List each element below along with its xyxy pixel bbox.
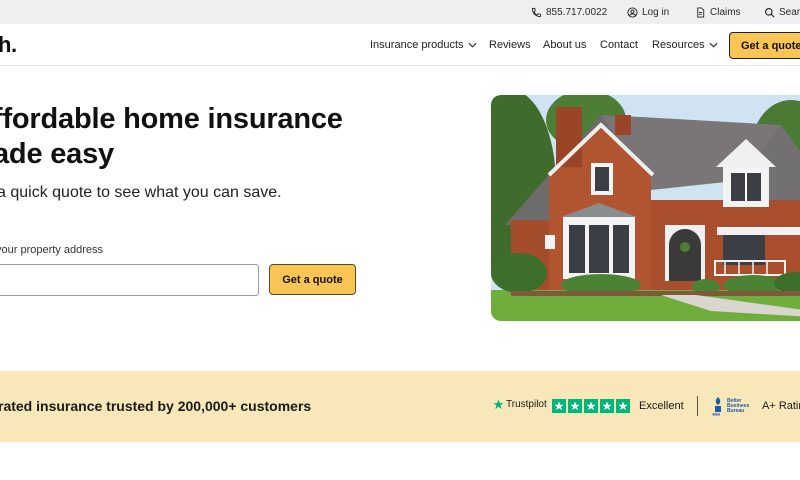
- claims-label: Claims: [710, 6, 741, 18]
- trustpilot-star: [600, 399, 614, 413]
- star-icon: [602, 401, 612, 411]
- phone-number: 855.717.0022: [546, 6, 608, 18]
- trustpilot-star: [584, 399, 598, 413]
- hero-get-quote-button[interactable]: Get a quote: [269, 264, 356, 295]
- search-link[interactable]: Search: [764, 0, 800, 24]
- bbb-rating: A+ Rating: [762, 400, 800, 412]
- trust-divider: [697, 396, 698, 416]
- chevron-down-icon: [468, 42, 477, 48]
- nav-resources-label: Resources: [652, 39, 705, 51]
- hero-house-image: [491, 95, 800, 321]
- utility-bar: 855.717.0022 Log in Claims Search: [0, 0, 800, 24]
- nav-insurance-products[interactable]: Insurance products: [370, 24, 477, 66]
- hero-headline-line1: ffordable home insurance: [0, 103, 343, 135]
- phone-icon: [531, 7, 542, 17]
- star-icon: [618, 401, 628, 411]
- chevron-down-icon: [709, 42, 718, 48]
- nav-reviews[interactable]: Reviews: [489, 24, 531, 66]
- nav-about-us[interactable]: About us: [543, 24, 586, 66]
- trust-statement: rated insurance trusted by 200,000+ cust…: [0, 398, 312, 414]
- bbb-torch-icon: BBB: [713, 397, 721, 417]
- login-label: Log in: [642, 6, 670, 18]
- nav-get-quote-button[interactable]: Get a quote: [729, 32, 800, 59]
- house-illustration: [491, 95, 800, 321]
- star-icon: [570, 401, 580, 411]
- hero-subheadline: a quick quote to see what you can save.: [0, 184, 282, 201]
- phone-link[interactable]: 855.717.0022: [531, 0, 607, 24]
- bbb-label: Better Business Bureau: [727, 397, 750, 414]
- svg-text:BBB: BBB: [713, 413, 721, 417]
- address-label: your property address: [0, 244, 103, 256]
- nav-contact[interactable]: Contact: [600, 24, 638, 66]
- trustpilot-label: Trustpilot: [506, 399, 547, 410]
- trustpilot-star: [568, 399, 582, 413]
- search-label: Search: [779, 6, 800, 18]
- star-icon: [554, 401, 564, 411]
- bbb-logo[interactable]: BBB Better Business Bureau: [712, 396, 757, 416]
- nav-resources[interactable]: Resources: [652, 24, 718, 66]
- trustpilot-star: [552, 399, 566, 413]
- trustpilot-rating: Excellent: [639, 400, 684, 412]
- nav-insurance-products-label: Insurance products: [370, 39, 464, 51]
- user-icon: [627, 6, 638, 18]
- trustpilot-logo[interactable]: Trustpilot: [493, 399, 547, 410]
- trustpilot-star: [616, 399, 630, 413]
- hero-headline-line2: ade easy: [0, 138, 114, 170]
- logo[interactable]: h.: [0, 32, 17, 58]
- hero-headline: ffordable home insurance ade easy: [0, 102, 373, 172]
- main-nav: h. Insurance products Reviews About us C…: [0, 24, 800, 66]
- search-icon: [765, 7, 775, 17]
- trustpilot-star-icon: [493, 399, 504, 410]
- trustpilot-stars: [552, 399, 630, 413]
- claims-link[interactable]: Claims: [695, 0, 741, 24]
- trust-band: rated insurance trusted by 200,000+ cust…: [0, 371, 800, 442]
- address-input[interactable]: [0, 264, 259, 296]
- document-icon: [697, 6, 705, 18]
- star-icon: [586, 401, 596, 411]
- login-link[interactable]: Log in: [627, 0, 669, 24]
